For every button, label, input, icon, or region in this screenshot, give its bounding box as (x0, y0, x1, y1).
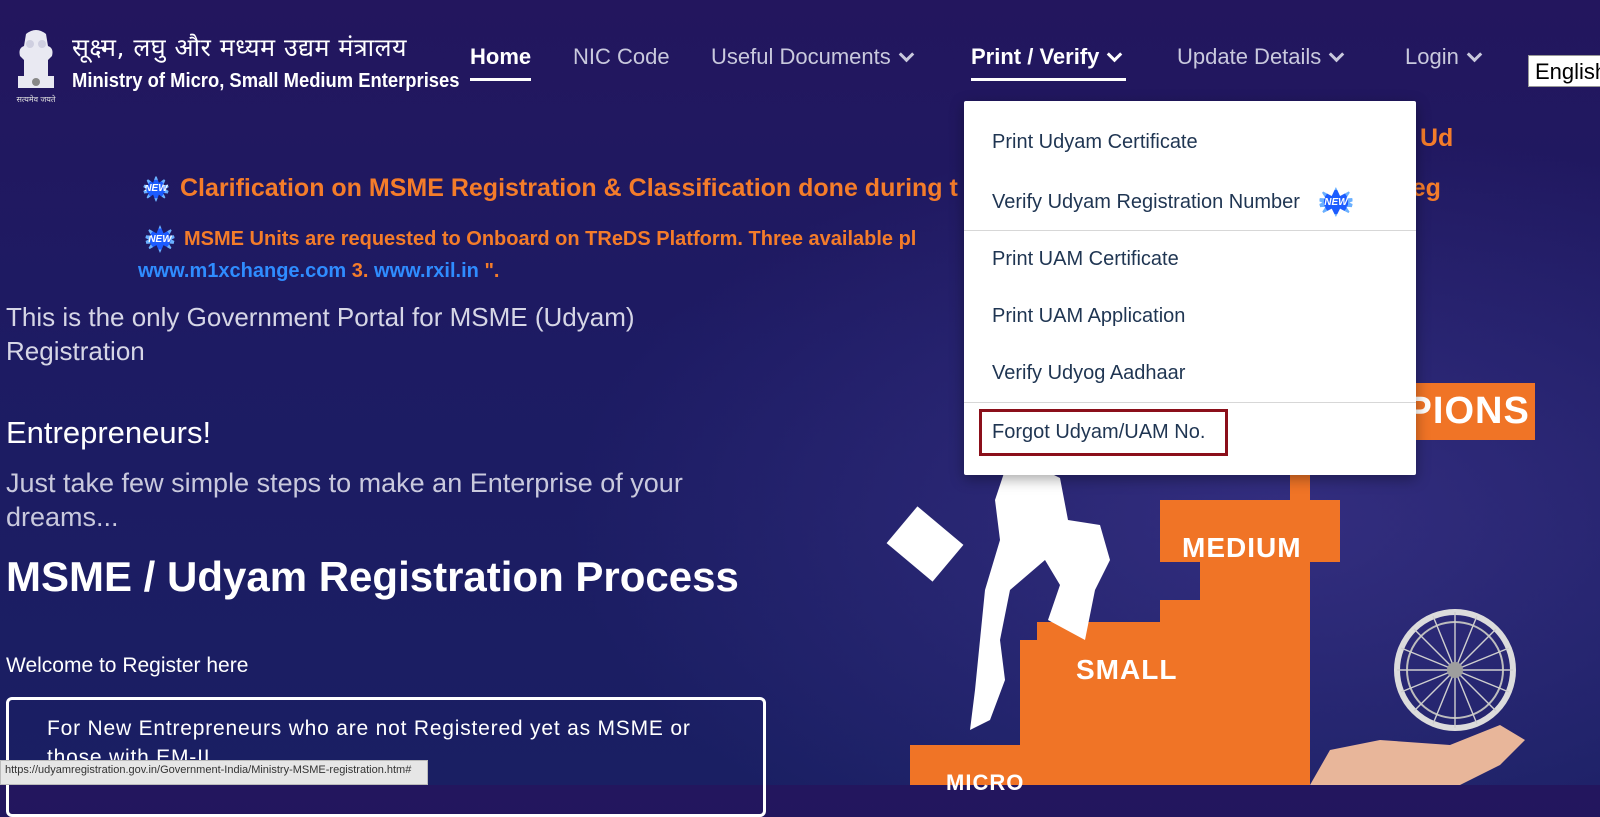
simple-steps-text: Just take few simple steps to make an En… (6, 468, 683, 532)
menu-item-label: Print UAM Application (992, 305, 1186, 327)
announcement-treds-text: MSME Units are requested to Onboard on T… (184, 227, 917, 250)
nav-useful-documents-label: Useful Documents (711, 44, 891, 69)
ministry-name-hindi: सूक्ष्म, लघु और मध्यम उद्यम मंत्रालय (72, 33, 408, 62)
menu-forgot-udyam-uam-no[interactable]: Forgot Udyam/UAM No. (992, 421, 1205, 444)
nav-update-details[interactable]: Update Details (1177, 44, 1345, 78)
chevron-down-icon (1329, 46, 1345, 62)
nav-home-label: Home (470, 44, 532, 69)
nav-useful-documents[interactable]: Useful Documents (711, 44, 915, 78)
menu-item-label: Verify Udyog Aadhaar (992, 362, 1186, 384)
nav-nic-code[interactable]: NIC Code (573, 44, 670, 78)
new-badge-icon: NEW (138, 225, 182, 253)
chevron-down-icon (1107, 46, 1123, 62)
chevron-down-icon (1466, 46, 1483, 62)
menu-divider (964, 402, 1416, 403)
new-badge-icon: NEW (138, 174, 174, 203)
nav-update-details-label: Update Details (1177, 44, 1322, 69)
national-emblem-icon: सत्यमेव जयते (8, 26, 64, 104)
chakra-wheel (1394, 609, 1516, 731)
person-silhouette (970, 468, 1110, 730)
announcement-clarification[interactable]: NEW Clarification on MSME Registration &… (138, 174, 958, 203)
link-separator: 3. (351, 260, 369, 282)
announcement-clarification-text: Clarification on MSME Registration & Cla… (180, 174, 958, 202)
hand-shape (1310, 725, 1525, 785)
announcement-treds-links: www.m1xchange.com 3. www.rxil.in ". (138, 260, 499, 283)
nav-nic-code-label: NIC Code (573, 44, 670, 69)
menu-divider (964, 230, 1416, 231)
nav-login-label: Login (1405, 44, 1459, 69)
briefcase-shape (886, 506, 964, 582)
step-label-micro: MICRO (946, 770, 1025, 795)
menu-verify-udyog-aadhaar[interactable]: Verify Udyog Aadhaar (992, 362, 1185, 385)
step-label-small: SMALL (1076, 654, 1178, 685)
menu-verify-udyam-registration-number[interactable]: Verify Udyam Registration Number NEW (992, 187, 1362, 217)
menu-item-label: Print Udyam Certificate (992, 131, 1198, 153)
announcement-treds[interactable]: NEW MSME Units are requested to Onboard … (138, 225, 916, 253)
rxil-link[interactable]: www.rxil.in (374, 260, 479, 282)
ministry-name-english: Ministry of Micro, Small Medium Enterpri… (72, 70, 460, 92)
welcome-text: Welcome to Register here (6, 654, 249, 677)
nav-home[interactable]: Home (470, 44, 532, 81)
step-label-medium: MEDIUM (1182, 532, 1302, 563)
menu-item-label: Forgot Udyam/UAM No. (992, 421, 1206, 443)
new-badge-icon: NEW (1309, 187, 1362, 217)
nav-print-verify-label: Print / Verify (971, 44, 1100, 69)
ministry-logo[interactable]: सत्यमेव जयते सूक्ष्म, लघु और मध्यम उद्यम… (8, 26, 493, 104)
link-suffix: ". (484, 260, 500, 282)
nav-login[interactable]: Login (1405, 44, 1483, 78)
print-verify-dropdown: Print Udyam Certificate Verify Udyam Reg… (964, 101, 1416, 475)
new-entrepreneurs-button[interactable]: For New Entrepreneurs who are not Regist… (6, 697, 766, 817)
menu-print-uam-certificate[interactable]: Print UAM Certificate (992, 248, 1179, 271)
announcement-fragment-top: Ud (1420, 124, 1454, 152)
nav-print-verify[interactable]: Print / Verify (971, 44, 1127, 81)
menu-item-label: Verify Udyam Registration Number (992, 190, 1300, 213)
m1xchange-link[interactable]: www.m1xchange.com (138, 260, 346, 282)
chevron-down-icon (898, 46, 915, 62)
status-bar-url: https://udyamregistration.gov.in/Governm… (0, 760, 428, 785)
menu-print-uam-application[interactable]: Print UAM Application (992, 305, 1185, 328)
language-select[interactable]: English (1528, 55, 1600, 87)
menu-item-label: Print UAM Certificate (992, 248, 1179, 270)
entrepreneurs-heading: Entrepreneurs! (6, 415, 212, 450)
process-title: MSME / Udyam Registration Process (6, 553, 739, 600)
portal-description: This is the only Government Portal for M… (6, 302, 635, 366)
stairs-shape (910, 465, 1310, 785)
menu-print-udyam-certificate[interactable]: Print Udyam Certificate (992, 131, 1198, 154)
emblem-caption: सत्यमेव जयते (16, 95, 56, 104)
